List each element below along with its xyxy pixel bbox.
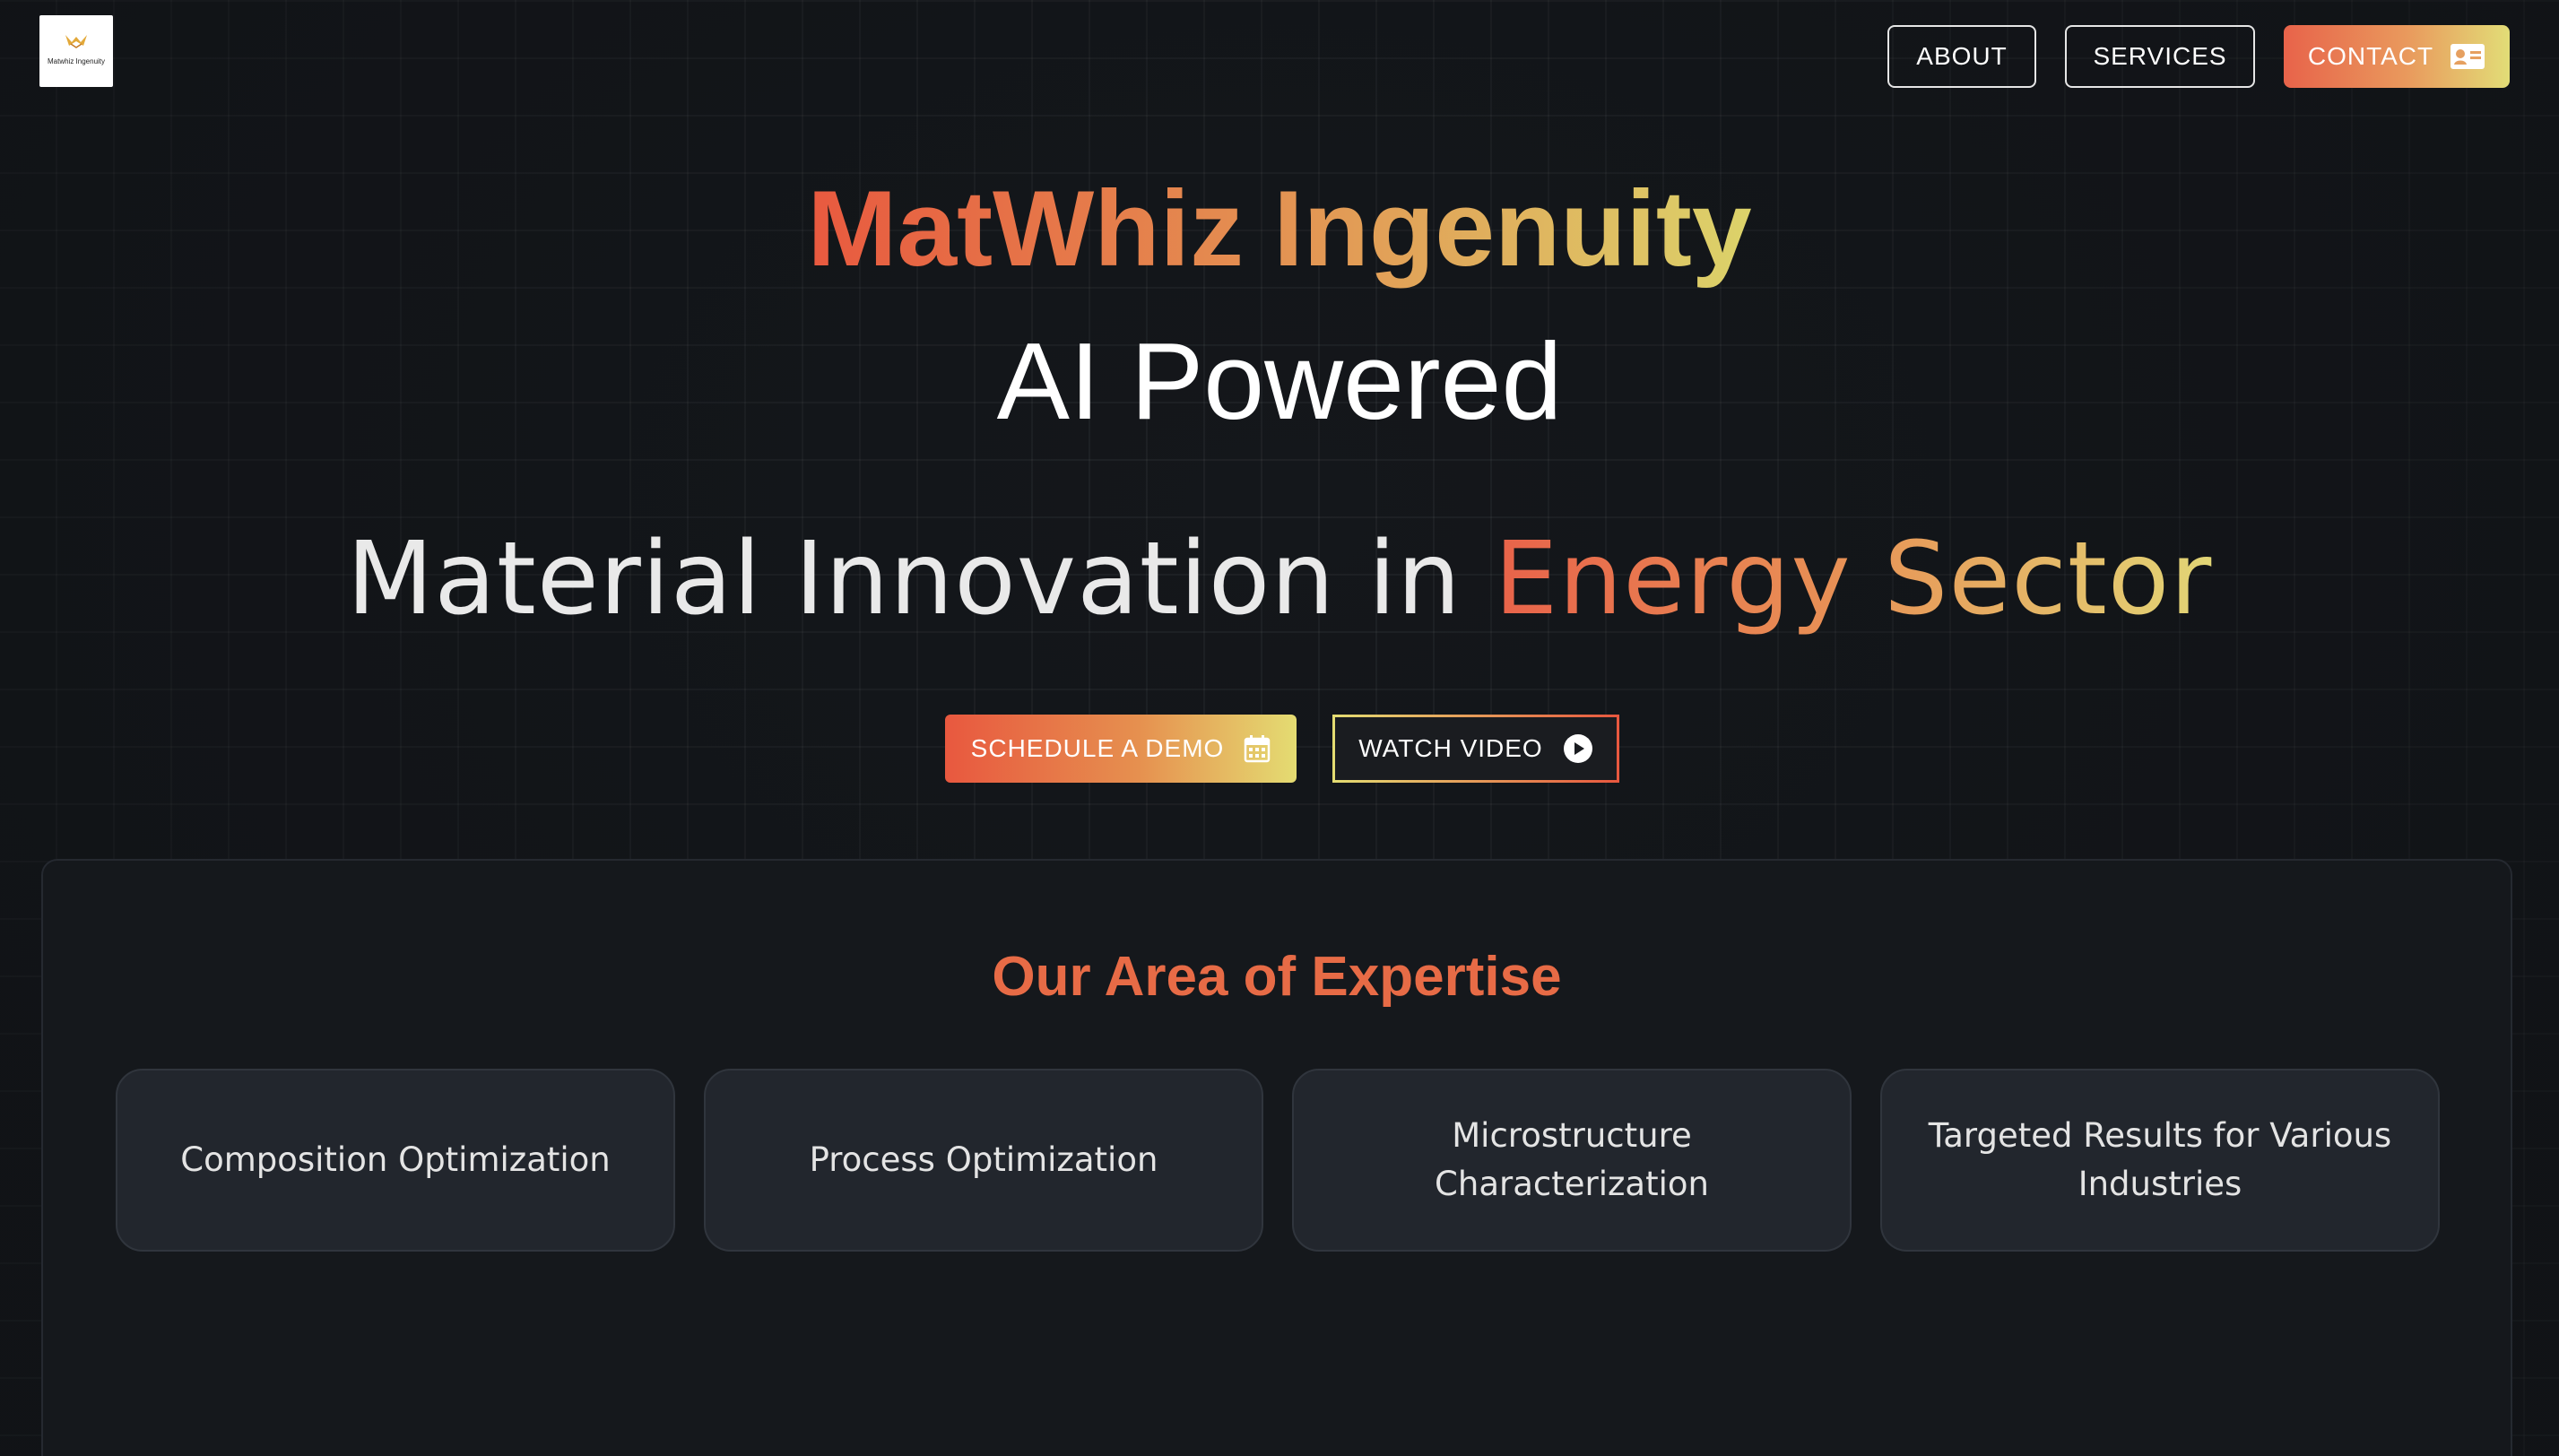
about-button[interactable]: ABOUT [1887,25,2036,88]
expertise-cards: Composition Optimization Process Optimiz… [116,1069,2440,1252]
contact-button-label: CONTACT [2307,42,2434,70]
hero-subtitle: AI Powered [996,320,1563,442]
schedule-demo-label: SCHEDULE A DEMO [970,734,1225,762]
top-nav: ABOUT SERVICES CONTACT [1887,25,2510,88]
logo-mark-icon [65,35,87,48]
calendar-icon [1245,735,1271,763]
contact-card-icon [2451,44,2485,69]
hero-tagline-highlight: Energy Sector [1494,521,2213,637]
logo[interactable]: Matwhiz Ingenuity [39,15,113,87]
hero-tagline: Material Innovation in Energy Sector [0,516,2559,642]
expertise-section: Our Area of Expertise Composition Optimi… [41,859,2512,1456]
play-circle-icon [1563,734,1592,763]
watch-video-button[interactable]: WATCH VIDEO [1332,715,1619,783]
expertise-card-process[interactable]: Process Optimization [704,1069,1263,1252]
logo-text: Matwhiz Ingenuity [47,57,106,65]
page: Matwhiz Ingenuity ABOUT SERVICES CONTACT… [0,0,2559,1456]
services-button[interactable]: SERVICES [2065,25,2255,88]
hero-title: MatWhiz Ingenuity [0,166,2559,291]
cta-row: SCHEDULE A DEMO WATCH VIDEO [0,715,2559,783]
expertise-card-microstructure[interactable]: Microstructure Characterization [1292,1069,1852,1252]
expertise-card-composition[interactable]: Composition Optimization [116,1069,675,1252]
hero-tagline-prefix: Material Innovation in [346,521,1495,637]
expertise-card-targeted-results[interactable]: Targeted Results for Various Industries [1880,1069,2440,1252]
contact-button[interactable]: CONTACT [2284,25,2510,88]
schedule-demo-button[interactable]: SCHEDULE A DEMO [945,715,1297,783]
watch-video-label: WATCH VIDEO [1358,734,1543,762]
expertise-title: Our Area of Expertise [992,946,1562,1008]
hero-title-text: MatWhiz Ingenuity [807,169,1752,289]
